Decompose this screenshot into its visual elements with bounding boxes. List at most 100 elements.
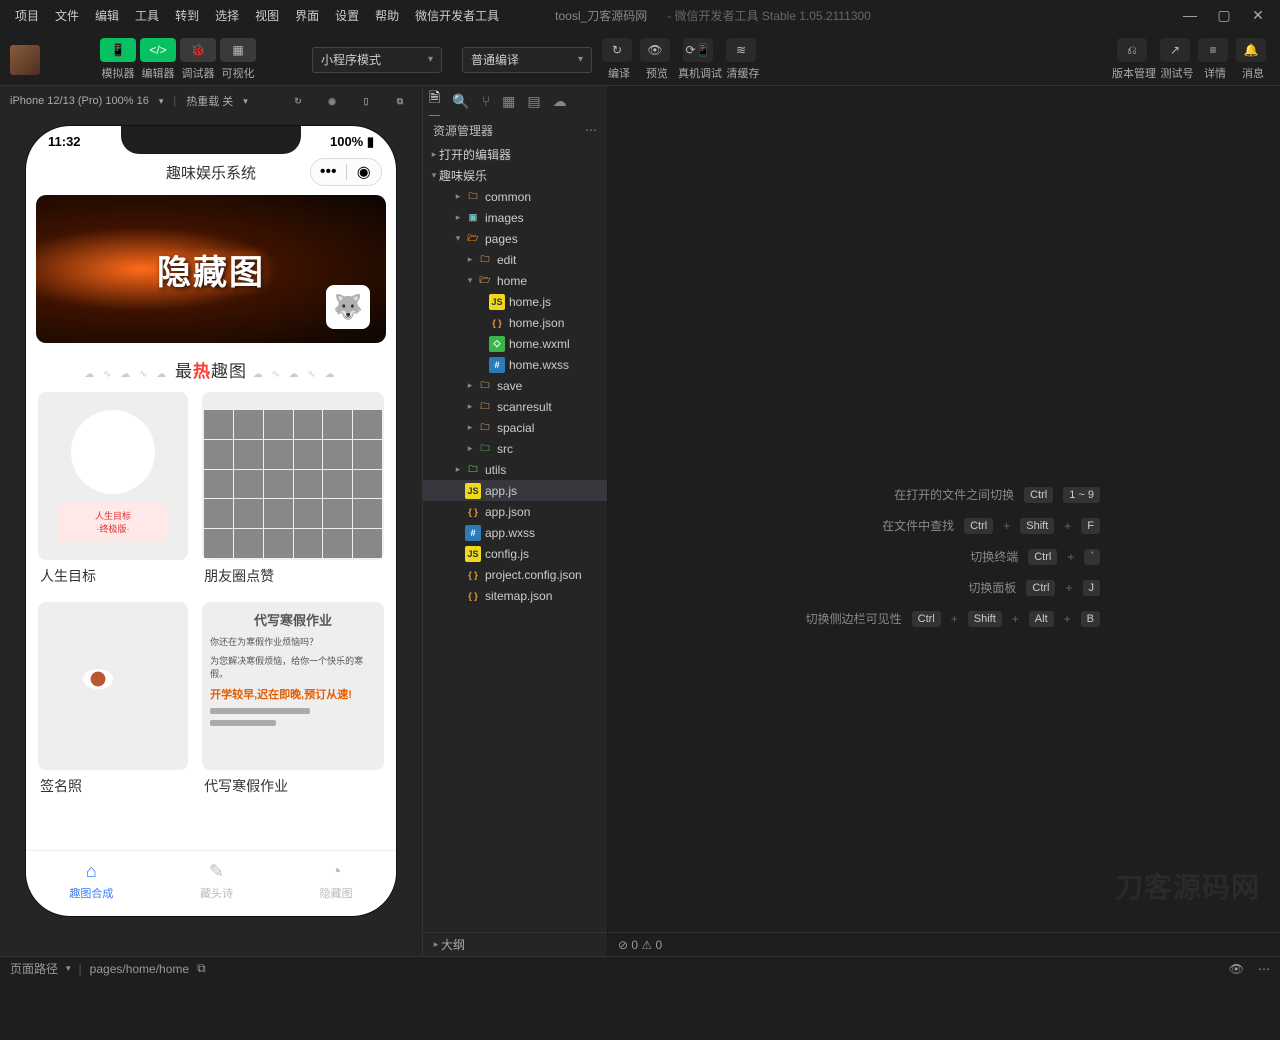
tree-item-config-js[interactable]: JSconfig.js	[423, 543, 607, 564]
chevron-icon: ▾	[465, 275, 475, 286]
tree-label: home.wxml	[509, 337, 570, 351]
tree-item-home-js[interactable]: JShome.js	[423, 291, 607, 312]
menu-help[interactable]: 帮助	[368, 3, 406, 28]
phone-icon[interactable]: ▯	[358, 93, 374, 109]
project-root[interactable]: ▾趣味娱乐	[423, 165, 607, 186]
explorer-tab-icon[interactable]: 🗎	[429, 87, 440, 116]
tab-hidden[interactable]: ◔隐藏图	[320, 861, 353, 901]
compile-button[interactable]: ↻	[602, 38, 632, 62]
tree-item-home-wxml[interactable]: ◇home.wxml	[423, 333, 607, 354]
preview-label: 预览	[646, 65, 668, 81]
card-friends-like[interactable]: 朋友圈点赞	[202, 392, 384, 592]
compile-mode-value: 普通编译	[471, 51, 519, 68]
status-time: 11:32	[48, 134, 81, 150]
testno-label: 测试号	[1161, 65, 1194, 81]
details-button[interactable]: ≡	[1198, 38, 1228, 62]
menu-view[interactable]: 视图	[248, 3, 286, 28]
phone-simulator[interactable]: 11:32100% ▮ 趣味娱乐系统 •••◉ 隐藏图 🐺 ☁ ∿ ☁ ∿ ☁ …	[26, 126, 396, 916]
menu-bar: 项目 文件 编辑 工具 转到 选择 视图 界面 设置 帮助 微信开发者工具 to…	[0, 0, 1280, 30]
minimize-button[interactable]: ―	[1176, 3, 1204, 27]
message-button[interactable]: 🔔	[1236, 38, 1266, 62]
menu-tools[interactable]: 工具	[128, 3, 166, 28]
menu-goto[interactable]: 转到	[168, 3, 206, 28]
menu-devtools[interactable]: 微信开发者工具	[408, 3, 506, 28]
menu-settings[interactable]: 设置	[328, 3, 366, 28]
outline-section[interactable]: ▸大纲	[423, 932, 607, 956]
close-button[interactable]: ✕	[1244, 3, 1272, 28]
mode-dropdown[interactable]: 小程序模式▾	[312, 47, 442, 73]
menu-project[interactable]: 项目	[8, 3, 46, 28]
menu-select[interactable]: 选择	[208, 3, 246, 28]
debug-tab-icon[interactable]: ▤	[527, 93, 540, 110]
rotate-icon[interactable]: ⧉	[392, 93, 408, 109]
page-path-label[interactable]: 页面路径	[10, 960, 58, 977]
tree-item-app-js[interactable]: JSapp.js	[423, 480, 607, 501]
eye-icon[interactable]: 👁	[1229, 962, 1244, 976]
tree-item-home-json[interactable]: { }home.json	[423, 312, 607, 333]
tree-item-project-config-json[interactable]: { }project.config.json	[423, 564, 607, 585]
more-icon[interactable]: •••	[311, 163, 346, 181]
record-icon[interactable]: ◉	[324, 93, 340, 109]
preview-button[interactable]: 👁	[640, 38, 670, 62]
js-icon: JS	[489, 294, 505, 310]
git-tab-icon[interactable]: ⑂	[482, 93, 490, 109]
tree-item-app-json[interactable]: { }app.json	[423, 501, 607, 522]
tree-label: app.json	[485, 505, 530, 519]
tree-label: images	[485, 211, 524, 225]
tree-item-pages[interactable]: ▾🗁pages	[423, 228, 607, 249]
folder-icon: 🗀	[477, 420, 493, 436]
tree-item-spacial[interactable]: ▸🗀spacial	[423, 417, 607, 438]
extensions-tab-icon[interactable]: ▦	[502, 93, 515, 110]
menu-file[interactable]: 文件	[48, 3, 86, 28]
debugger-toggle[interactable]: 🐞	[180, 38, 216, 62]
visualize-toggle[interactable]: ▦	[220, 38, 256, 62]
simulator-toggle[interactable]: 📱	[100, 38, 136, 62]
tree-item-save[interactable]: ▸🗀save	[423, 375, 607, 396]
card-homework[interactable]: 代写寒假作业 你还在为寒假作业烦恼吗？ 为您解决寒假烦恼，给你一个快乐的寒假。 …	[202, 602, 384, 802]
refresh-icon[interactable]: ↻	[290, 93, 306, 109]
problems-count[interactable]: ⊘ 0 ⚠ 0	[618, 938, 662, 952]
copy-icon[interactable]: ⧉	[197, 961, 206, 976]
banner[interactable]: 隐藏图 🐺	[36, 195, 386, 343]
tree-item-common[interactable]: ▸🗀common	[423, 186, 607, 207]
device-selector[interactable]: iPhone 12/13 (Pro) 100% 16	[10, 95, 149, 107]
search-tab-icon[interactable]: 🔍	[452, 93, 469, 110]
tree-item-home-wxss[interactable]: #home.wxss	[423, 354, 607, 375]
cloud-tab-icon[interactable]: ☁	[553, 93, 567, 110]
compile-mode-dropdown[interactable]: 普通编译▾	[462, 47, 592, 73]
editor-toggle[interactable]: </>	[140, 38, 176, 62]
menu-edit[interactable]: 编辑	[88, 3, 126, 28]
tree-item-utils[interactable]: ▸🗀utils	[423, 459, 607, 480]
tree-item-sitemap-json[interactable]: { }sitemap.json	[423, 585, 607, 606]
simulator-panel: iPhone 12/13 (Pro) 100% 16▾ | 热重载 关▾ ↻ ◉…	[0, 86, 422, 956]
version-button[interactable]: ⎌	[1117, 38, 1147, 62]
chevron-icon: ▸	[465, 443, 475, 454]
tab-compose[interactable]: ⌂趣图合成	[69, 861, 113, 901]
menu-ui[interactable]: 界面	[288, 3, 326, 28]
user-avatar[interactable]	[10, 45, 40, 75]
more-icon[interactable]: ⋯	[585, 123, 597, 137]
tree-item-scanresult[interactable]: ▸🗀scanresult	[423, 396, 607, 417]
tree-item-edit[interactable]: ▸🗀edit	[423, 249, 607, 270]
maximize-button[interactable]: ▢	[1210, 3, 1238, 28]
tab-poem[interactable]: ✎藏头诗	[200, 861, 233, 901]
chevron-icon: ▸	[465, 254, 475, 265]
clearcache-button[interactable]: ≋	[726, 38, 756, 62]
tree-item-home[interactable]: ▾🗁home	[423, 270, 607, 291]
card-life-goal[interactable]: 人生目标·终极版· 人生目标	[38, 392, 188, 592]
tree-item-src[interactable]: ▸🗀src	[423, 438, 607, 459]
card-signature[interactable]: 签名照	[38, 602, 188, 802]
testno-button[interactable]: ↗	[1160, 38, 1190, 62]
realdevice-button[interactable]: ⟳📱	[683, 38, 713, 62]
current-path[interactable]: pages/home/home	[90, 962, 189, 976]
chevron-icon: ▸	[465, 422, 475, 433]
hotreload-toggle[interactable]: 热重载 关	[186, 93, 233, 109]
open-editors-section[interactable]: ▸打开的编辑器	[423, 144, 607, 165]
target-icon[interactable]: ◉	[347, 162, 382, 182]
tree-item-images[interactable]: ▸▣images	[423, 207, 607, 228]
file-tree: ▸🗀common▸▣images▾🗁pages▸🗀edit▾🗁homeJShom…	[423, 186, 607, 932]
tree-label: config.js	[485, 547, 529, 561]
tree-item-app-wxss[interactable]: #app.wxss	[423, 522, 607, 543]
capsule-button[interactable]: •••◉	[310, 158, 382, 186]
more-icon[interactable]: ⋯	[1258, 962, 1270, 976]
